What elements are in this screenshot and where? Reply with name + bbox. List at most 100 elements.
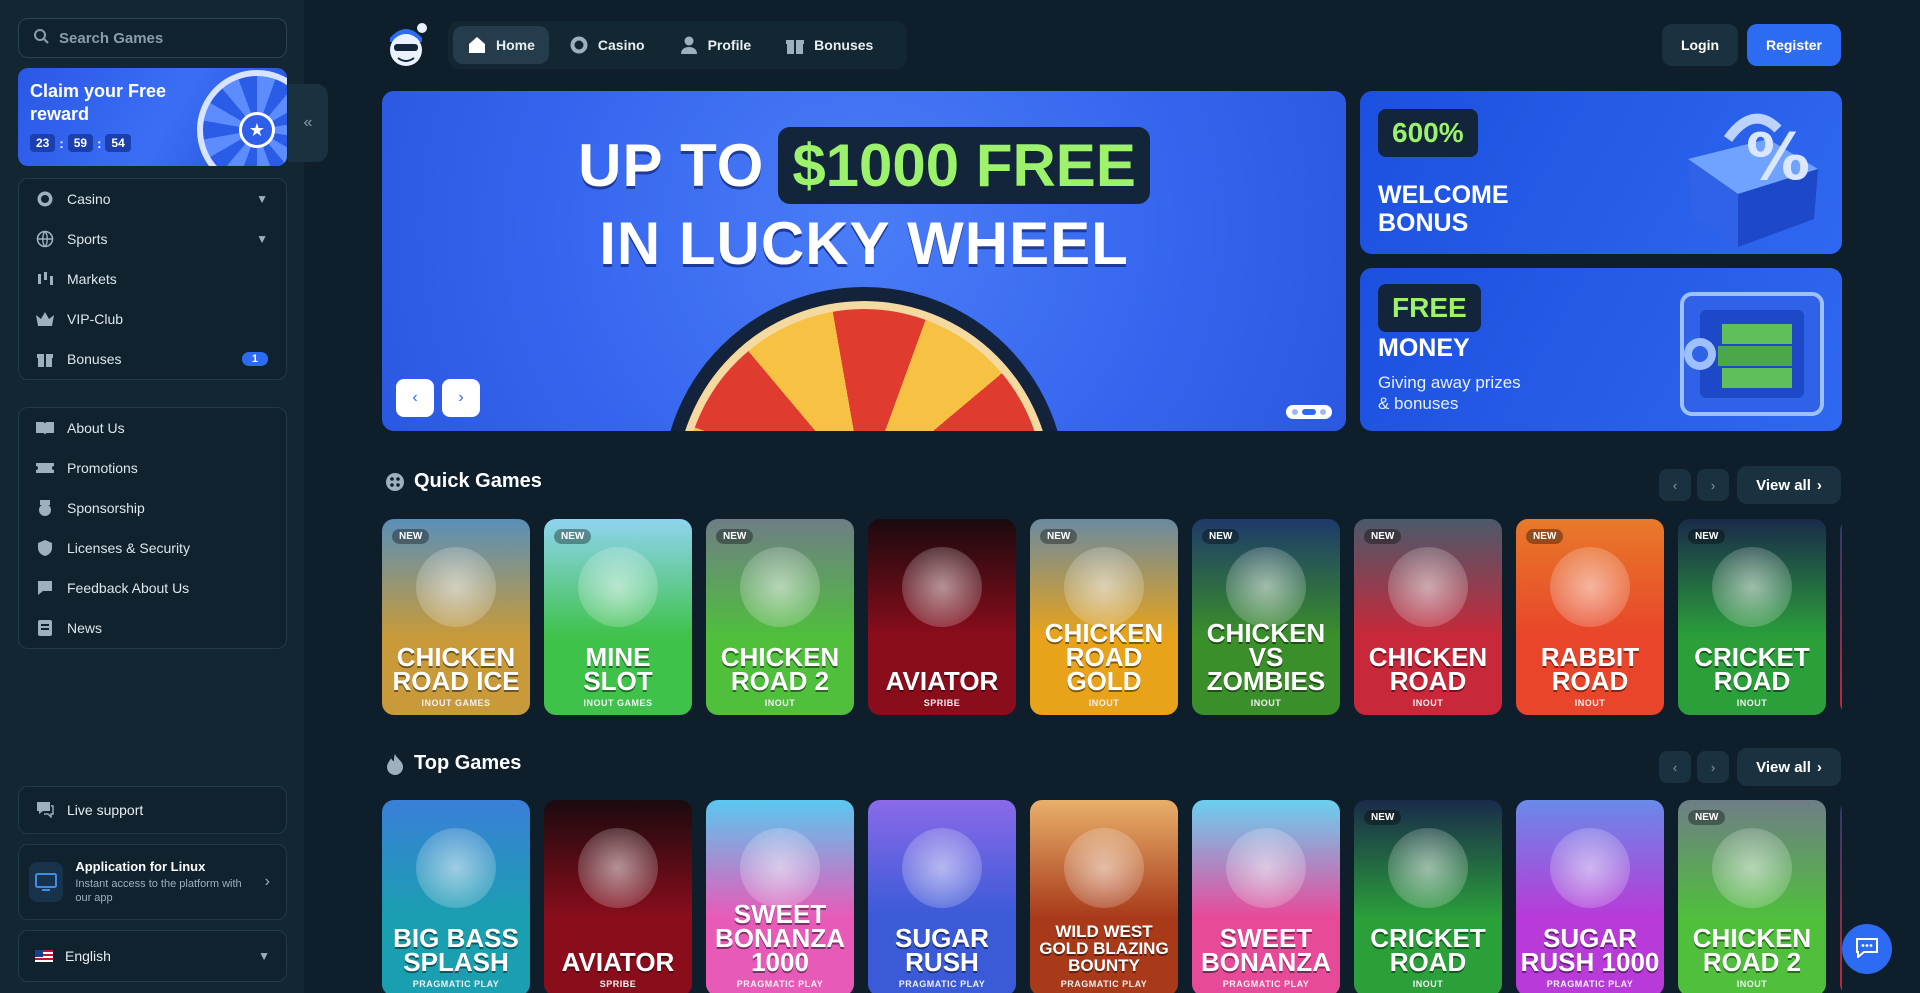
- chevron-left-icon: ‹: [412, 389, 418, 406]
- tab-home[interactable]: Home: [453, 26, 549, 64]
- game-card[interactable]: AVIATOR SPRIBE: [544, 800, 692, 993]
- us-flag-icon: [35, 950, 53, 962]
- top-games-prev-button[interactable]: ‹: [1659, 751, 1691, 783]
- game-card[interactable]: NEW CHICKEN ROAD GOLD INOUT: [1030, 519, 1178, 715]
- top-games-next-button[interactable]: ›: [1697, 751, 1729, 783]
- feedback-bubble-icon: [35, 578, 55, 598]
- sidebar-item-licenses-security[interactable]: Licenses & Security: [19, 528, 286, 568]
- sidebar-item-vip-club[interactable]: VIP-Club: [19, 299, 286, 339]
- sidebar-item-casino[interactable]: Casino ▼: [19, 179, 286, 219]
- sidebar-item-feedback[interactable]: Feedback About Us: [19, 568, 286, 608]
- login-button[interactable]: Login: [1662, 24, 1738, 66]
- tab-bonuses[interactable]: Bonuses: [771, 26, 887, 64]
- carousel-indicator[interactable]: [1286, 405, 1332, 419]
- chevron-right-icon: ›: [264, 873, 270, 890]
- chevron-down-icon[interactable]: ▼: [256, 192, 268, 206]
- sidebar-item-markets[interactable]: Markets: [19, 259, 286, 299]
- game-card[interactable]: SUGAR RUSH 1000 PRAGMATIC PLAY: [1516, 800, 1664, 993]
- game-card[interactable]: BIG BASS SPLASH PRAGMATIC PLAY: [382, 800, 530, 993]
- home-icon: [467, 35, 487, 55]
- sidebar-item-about-us[interactable]: About Us: [19, 408, 286, 448]
- hero-banner[interactable]: UP TO $1000 FREE IN LUCKY WHEEL ‹ ›: [382, 91, 1346, 431]
- game-card[interactable]: NEW CHICKEN ROAD 2 INOUT: [706, 519, 854, 715]
- hero-prev-button[interactable]: ‹: [396, 379, 434, 417]
- search-input[interactable]: Search Games: [18, 18, 287, 58]
- game-card[interactable]: NEW CRICKET ROAD INOUT: [1678, 519, 1826, 715]
- game-card[interactable]: NEW RABBIT ROAD INOUT: [1516, 519, 1664, 715]
- top-games-row: BIG BASS SPLASH PRAGMATIC PLAY AVIATOR SPRI…: [382, 800, 1842, 993]
- game-card[interactable]: AVIATOR SPRIBE: [868, 519, 1016, 715]
- chevron-down-icon[interactable]: ▼: [256, 232, 268, 246]
- casino-chip-icon: [35, 189, 55, 209]
- sidebar-item-label: About Us: [67, 420, 125, 436]
- dice-icon: [384, 471, 406, 493]
- game-card[interactable]: SWEET BONANZA PRAGMATIC PLAY: [1192, 800, 1340, 993]
- quick-games-next-button[interactable]: ›: [1697, 469, 1729, 501]
- game-card[interactable]: NEW CRICKET ROAD INOUT: [1354, 800, 1502, 993]
- free-reward-banner[interactable]: Claim your Free reward 23 : 59 : 54 ★: [18, 68, 287, 166]
- site-logo[interactable]: [384, 20, 428, 70]
- game-artwork: [416, 547, 496, 627]
- app-subtitle: Instant access to the platform with our …: [75, 878, 242, 904]
- game-card[interactable]: SWEET BONANZA 1000 PRAGMATIC PLAY: [706, 800, 854, 993]
- section-title: Quick Games: [414, 470, 542, 492]
- game-card-partial[interactable]: [1840, 800, 1842, 993]
- collapse-sidebar-button[interactable]: «: [288, 84, 328, 162]
- game-card[interactable]: SUGAR RUSH PRAGMATIC PLAY: [868, 800, 1016, 993]
- quick-games-view-all-button[interactable]: View all ›: [1737, 466, 1841, 504]
- promo-tag: 600%: [1378, 109, 1478, 157]
- new-badge: NEW: [1526, 529, 1564, 544]
- search-icon: [33, 28, 49, 49]
- top-games-view-all-button[interactable]: View all ›: [1737, 748, 1841, 786]
- globe-icon: [35, 229, 55, 249]
- chat-icon: [35, 800, 55, 821]
- register-button[interactable]: Register: [1747, 24, 1841, 66]
- live-support-button[interactable]: Live support: [18, 786, 287, 834]
- game-card[interactable]: NEW MINE SLOT INOUT GAMES: [544, 519, 692, 715]
- casino-chip-icon: [569, 35, 589, 55]
- sidebar-item-label: Sports: [67, 231, 108, 247]
- game-card[interactable]: WILD WEST GOLD BLAZING BOUNTY PRAGMATIC P…: [1030, 800, 1178, 993]
- sidebar-item-label: Casino: [67, 191, 111, 207]
- shield-icon: [35, 538, 55, 558]
- sidebar-item-sports[interactable]: Sports ▼: [19, 219, 286, 259]
- game-artwork: [1550, 547, 1630, 627]
- chevron-right-icon: ›: [1816, 476, 1822, 494]
- new-badge: NEW: [1040, 529, 1078, 544]
- game-title: RABBIT ROAD: [1540, 642, 1640, 696]
- sidebar-item-sponsorship[interactable]: Sponsorship: [19, 488, 286, 528]
- sidebar-item-bonuses[interactable]: Bonuses 1: [19, 339, 286, 379]
- chevron-right-icon: ›: [1816, 758, 1822, 776]
- game-artwork: [578, 828, 658, 908]
- game-card[interactable]: NEW CHICKEN ROAD INOUT: [1354, 519, 1502, 715]
- game-provider: INOUT: [1088, 698, 1120, 708]
- game-card[interactable]: NEW CHICKEN VS ZOMBIES INOUT: [1192, 519, 1340, 715]
- game-title: CHICKEN VS ZOMBIES: [1206, 618, 1326, 696]
- chat-launcher-button[interactable]: [1842, 924, 1892, 974]
- free-money-banner[interactable]: FREE MONEY Giving away prizes & bonuses: [1360, 268, 1842, 431]
- welcome-bonus-banner[interactable]: 600% WELCOME BONUS %: [1360, 91, 1842, 254]
- quick-games-prev-button[interactable]: ‹: [1659, 469, 1691, 501]
- hero-next-button[interactable]: ›: [442, 379, 480, 417]
- app-title: Application for Linux: [75, 859, 206, 874]
- sidebar-item-news[interactable]: News: [19, 608, 286, 648]
- language-select[interactable]: English ▼: [18, 930, 287, 982]
- game-artwork: [740, 547, 820, 627]
- game-provider: INOUT: [1250, 698, 1282, 708]
- game-card-partial[interactable]: [1840, 519, 1842, 715]
- timer-hours: 23: [30, 134, 56, 152]
- linux-app-banner[interactable]: Application for Linux Instant access to …: [18, 844, 287, 920]
- sidebar-item-label: VIP-Club: [67, 311, 124, 327]
- view-all-label: View all: [1756, 476, 1811, 494]
- game-title: SWEET BONANZA: [1201, 923, 1331, 977]
- timer-minutes: 59: [67, 134, 94, 152]
- game-card[interactable]: NEW CHICKEN ROAD ICE INOUT GAMES: [382, 519, 530, 715]
- game-card[interactable]: NEW CHICKEN ROAD 2 INOUT: [1678, 800, 1826, 993]
- tab-profile[interactable]: Profile: [665, 26, 766, 64]
- tab-casino[interactable]: Casino: [555, 26, 659, 64]
- quick-games-row: NEW CHICKEN ROAD ICE INOUT GAMES NEW MINE SL…: [382, 519, 1842, 717]
- game-title: WILD WEST GOLD BLAZING BOUNTY: [1039, 922, 1169, 975]
- game-provider: PRAGMATIC PLAY: [736, 979, 824, 989]
- sidebar-item-promotions[interactable]: Promotions: [19, 448, 286, 488]
- reward-timer: 23 : 59 : 54: [30, 134, 131, 152]
